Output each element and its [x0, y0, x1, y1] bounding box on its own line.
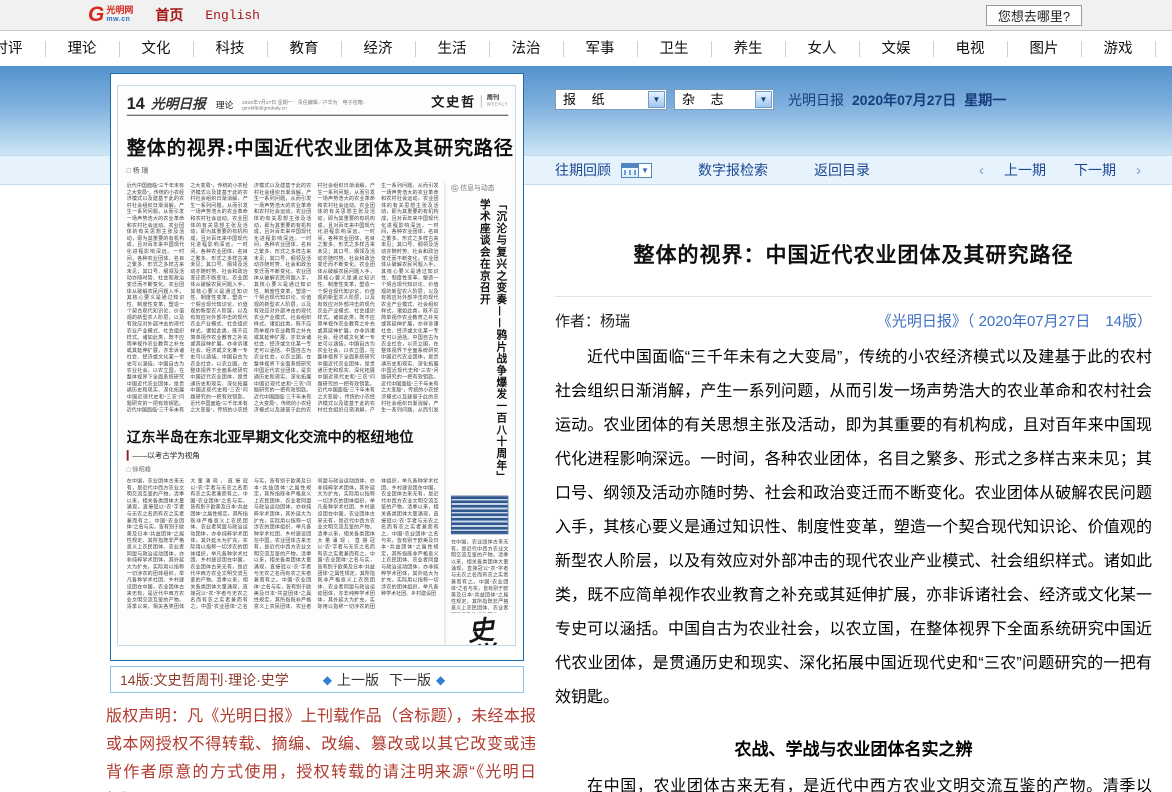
scan-shixue-stamp: 史学 [464, 616, 495, 646]
next-page-link[interactable]: 下一版 [389, 670, 431, 690]
scan-paper-name: 光明日报 [151, 97, 206, 111]
article-paragraph-1: 近代中国面临“三千年未有之大变局”，传统的小农经济模式以及建基于此的农村社会组织… [555, 341, 1152, 715]
scan-body-text-top: 近代中国面临“三千年未有之大变局”，传统的小农经济模式以及建基于此的农村社会组织… [127, 183, 439, 417]
gmw-logo-text: 光明网 mw.cn [106, 6, 133, 24]
next-issue-arrow-icon[interactable]: › [1130, 162, 1147, 179]
page-caption-link[interactable]: 14版:文史哲周刊·理论·史学 [120, 670, 289, 690]
scan-right-strip: G信息与动态 「沉沦与复兴之变奏——鸦片战争爆发一百八十周年」学术座谈会在京召开… [445, 183, 509, 646]
scan-weekly-title: 文史哲 [431, 92, 476, 111]
newspaper-page-image[interactable]: 14 光明日报 理论 2020年7月27日 星期一 责任编辑／户华为 电子信箱：… [110, 73, 524, 661]
scan-info-header-text: 信息与动态 [460, 185, 494, 192]
issue-date: 2020年07月27日 [852, 90, 956, 110]
issue-weekday: 星期一 [964, 90, 1006, 110]
where-to-go-box[interactable]: 您想去哪里? [986, 5, 1082, 26]
nav-item-wenyu[interactable]: 文娱 [860, 41, 934, 57]
nav-item-lilun[interactable]: 理论 [46, 41, 120, 57]
article-meta: 作者：杨瑞 《光明日报》（ 2020年07月27日 14版） [555, 296, 1152, 331]
back-to-contents-link[interactable]: 返回目录 [814, 160, 870, 180]
nav-item-jiaoyu[interactable]: 教育 [268, 41, 342, 57]
nav-item-youxi[interactable]: 游戏 [1082, 41, 1156, 57]
scan-columns: 近代中国面临“三千年未有之大变局”，传统的小农经济模式以及建基于此的农村社会组织… [127, 183, 509, 646]
scan-sub-article-title: 辽东半岛在东北亚早期文化交流中的枢纽地位 [127, 425, 439, 446]
article-source-link[interactable]: 《光明日报》（ 2020年07月27日 14版） [877, 310, 1152, 331]
edition-controls: 报 纸 ▼ 杂 志 ▼ 光明日报 2020年07月27日 星期一 [555, 89, 1006, 110]
calendar-dropdown-icon[interactable]: ▼ [639, 163, 652, 178]
magazine-select[interactable]: 杂 志 ▼ [674, 89, 774, 110]
scan-info-header: G信息与动态 [451, 183, 508, 193]
scan-section-label: 理论 [216, 98, 233, 110]
paper-name: 光明日报 [788, 90, 844, 110]
article-body: 近代中国面临“三千年未有之大变局”，传统的小农经济模式以及建基于此的农村社会组织… [555, 341, 1152, 792]
next-page-diamond-icon[interactable]: ◆ [436, 673, 445, 687]
scan-weekly-sub: 周刊 WEEKLY [481, 95, 508, 107]
next-issue-link[interactable]: 下一期 [1074, 160, 1116, 180]
scan-weekly-en: WEEKLY [487, 102, 509, 108]
article-panel: 整体的视界：中国近代农业团体及其研究路径 作者：杨瑞 《光明日报》（ 2020年… [555, 205, 1152, 792]
issue-pager: ‹ 上一期 下一期 › [973, 160, 1147, 180]
gmw-logo[interactable]: G 光明网 mw.cn [88, 5, 133, 25]
gmw-mark-icon: G [451, 185, 458, 192]
nav-item-jingji[interactable]: 经济 [342, 41, 416, 57]
scan-sub-article-byline: □ 徐昭峰 [127, 464, 439, 473]
nav-item-dianshi[interactable]: 电视 [934, 41, 1008, 57]
scan-vertical-headline: 「沉沦与复兴之变奏——鸦片战争爆发一百八十周年」学术座谈会在京召开 [451, 199, 508, 491]
chevron-down-icon[interactable]: ▼ [648, 91, 665, 108]
gmw-logo-g-icon: G [88, 5, 104, 25]
scan-left-columns: 近代中国面临“三千年未有之大变局”，传统的小农经济模式以及建基于此的农村社会组织… [127, 183, 439, 646]
digital-search-link[interactable]: 数字报检索 [698, 160, 768, 180]
prev-page-diamond-icon[interactable]: ◆ [323, 673, 332, 687]
scan-notice-box [451, 496, 508, 535]
scan-sub-article: 辽东半岛在东北亚早期文化交流中的枢纽地位 ——以考古学为视角 □ 徐昭峰 [127, 425, 439, 473]
newspaper-select-value: 报 纸 [563, 92, 611, 107]
scan-right-micro-text: 在中国，农业团体古来无有，是近代中西方农业文明交流互鉴的产物。清季以来，相关各类… [451, 539, 508, 613]
chevron-down-icon[interactable]: ▼ [755, 91, 772, 108]
nav-item-shenghuo[interactable]: 生活 [416, 41, 490, 57]
english-link[interactable]: English [205, 8, 260, 23]
article-title: 整体的视界：中国近代农业团体及其研究路径 [555, 239, 1152, 269]
issue-toolbar: 往期回顾 ▼ 数字报检索 返回目录 ‹ 上一期 下一期 › [555, 159, 1155, 181]
nav-item-yangsheng[interactable]: 养生 [712, 41, 786, 57]
copyright-notice: 版权声明：凡《光明日报》上刊载作品（含标题），未经本报或本网授权不得转载、摘编、… [106, 703, 536, 792]
newspaper-scan: 14 光明日报 理论 2020年7月27日 星期一 责任编辑／户华为 电子信箱：… [117, 85, 516, 646]
scan-dateline: 2020年7月27日 星期一 责任编辑／户华为 电子信箱：gmrbllb@gmd… [242, 100, 385, 111]
calendar-icon[interactable] [621, 163, 639, 178]
newspaper-select[interactable]: 报 纸 ▼ [555, 89, 667, 110]
page-nav: ◆ 上一版 下一版 ◆ [323, 670, 445, 690]
nav-item-tupian[interactable]: 图片 [1008, 41, 1082, 57]
article-author: 作者：杨瑞 [555, 310, 630, 331]
scan-masthead: 14 光明日报 理论 2020年7月27日 星期一 责任编辑／户华为 电子信箱：… [127, 92, 509, 116]
main-nav: 时政 国际 时评 理论 文化 科技 教育 经济 生活 法治 军事 卫生 养生 女… [0, 32, 1172, 66]
scan-body-text-bottom: 在中国，农业团体古来无有，是近代中西方农业文明交流互鉴的产物。清季以来，相关各类… [127, 478, 439, 631]
scan-byline: □ 杨 瑞 [127, 165, 509, 175]
magazine-select-value: 杂 志 [682, 92, 730, 107]
nav-item-fazhi[interactable]: 法治 [490, 41, 564, 57]
nav-item-shiping[interactable]: 时评 [0, 41, 46, 57]
nav-item-nvren[interactable]: 女人 [786, 41, 860, 57]
page: G 光明网 mw.cn 首页 English 您想去哪里? 时政 国际 时评 理… [0, 0, 1172, 792]
issue-info: 光明日报 2020年07月27日 星期一 [788, 90, 1006, 110]
scan-page-number: 14 [127, 96, 145, 111]
prev-page-link[interactable]: 上一版 [337, 670, 379, 690]
top-bar: G 光明网 mw.cn 首页 English 您想去哪里? [0, 0, 1172, 31]
prev-issue-link[interactable]: 上一期 [1004, 160, 1046, 180]
nav-item-junshi[interactable]: 军事 [564, 41, 638, 57]
newspaper-scan-content: 14 光明日报 理论 2020年7月27日 星期一 责任编辑／户华为 电子信箱：… [118, 86, 516, 646]
nav-item-keji[interactable]: 科技 [194, 41, 268, 57]
page-caption-bar: 14版:文史哲周刊·理论·史学 ◆ 上一版 下一版 ◆ [110, 666, 524, 693]
calendar-picker[interactable]: ▼ [621, 163, 652, 178]
home-link[interactable]: 首页 [155, 5, 183, 25]
article-section-heading: 农战、学战与农业团体名实之辨 [555, 735, 1152, 760]
article-paragraph-2: 在中国，农业团体古来无有，是近代中西方农业文明交流互鉴的产物。清季以来，相关各类… [555, 770, 1152, 792]
nav-item-wenhua[interactable]: 文化 [120, 41, 194, 57]
prev-issue-arrow-icon[interactable]: ‹ [973, 162, 990, 179]
nav-item-gmbaoxi[interactable]: 光明报系 [1156, 41, 1172, 57]
scan-headline: 整体的视界:中国近代农业团体及其研究路径 [127, 132, 509, 160]
nav-item-weisheng[interactable]: 卫生 [638, 41, 712, 57]
past-issues-link[interactable]: 往期回顾 [555, 160, 611, 180]
scan-weekly-block: 文史哲 周刊 WEEKLY [431, 92, 508, 111]
scan-sub-article-subtitle: ——以考古学为视角 [127, 450, 439, 461]
